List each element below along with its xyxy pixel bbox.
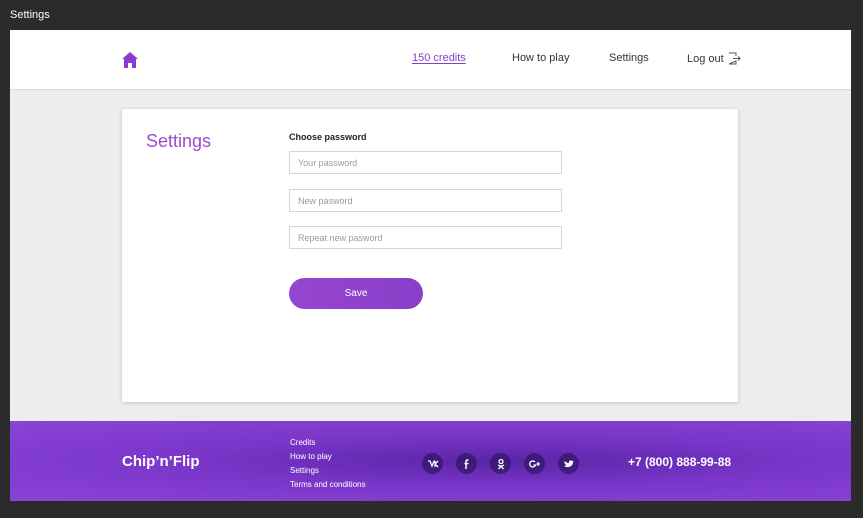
page-title: Settings [146, 131, 212, 151]
footer-links: Credits How to play Settings Terms and c… [290, 437, 366, 490]
footer-link-settings[interactable]: Settings [290, 465, 366, 476]
brand-logo[interactable]: Chip’n’Flip [122, 453, 199, 470]
footer: Chip’n’Flip Credits How to play Settings… [10, 421, 851, 501]
nav-how-to-play-link[interactable]: How to play [512, 52, 569, 64]
nav-credits-link[interactable]: 150 credits [412, 52, 466, 64]
footer-link-terms[interactable]: Terms and conditions [290, 479, 366, 490]
app-canvas: 150 credits How to play Settings Log out… [10, 30, 851, 501]
new-password-input[interactable] [289, 189, 562, 212]
logout-icon [728, 52, 741, 65]
social-links [422, 453, 579, 474]
save-button[interactable]: Save [289, 278, 423, 309]
footer-link-how-to-play[interactable]: How to play [290, 451, 366, 462]
repeat-password-input[interactable] [289, 226, 562, 249]
logout-link[interactable]: Log out [687, 52, 741, 65]
window-title: Settings [10, 9, 50, 21]
logout-label: Log out [687, 52, 724, 65]
vk-icon[interactable] [422, 453, 443, 474]
facebook-icon[interactable] [456, 453, 477, 474]
odnoklassniki-icon[interactable] [490, 453, 511, 474]
settings-card: Settings Choose password Save [122, 109, 738, 402]
top-navbar: 150 credits How to play Settings Log out [10, 30, 851, 90]
google-plus-icon[interactable] [524, 453, 545, 474]
nav-settings-link[interactable]: Settings [609, 52, 649, 64]
twitter-icon[interactable] [558, 453, 579, 474]
home-icon[interactable] [121, 51, 139, 69]
footer-link-credits[interactable]: Credits [290, 437, 366, 448]
current-password-input[interactable] [289, 151, 562, 174]
choose-password-label: Choose password [289, 132, 367, 142]
support-phone[interactable]: +7 (800) 888-99-88 [628, 455, 731, 469]
